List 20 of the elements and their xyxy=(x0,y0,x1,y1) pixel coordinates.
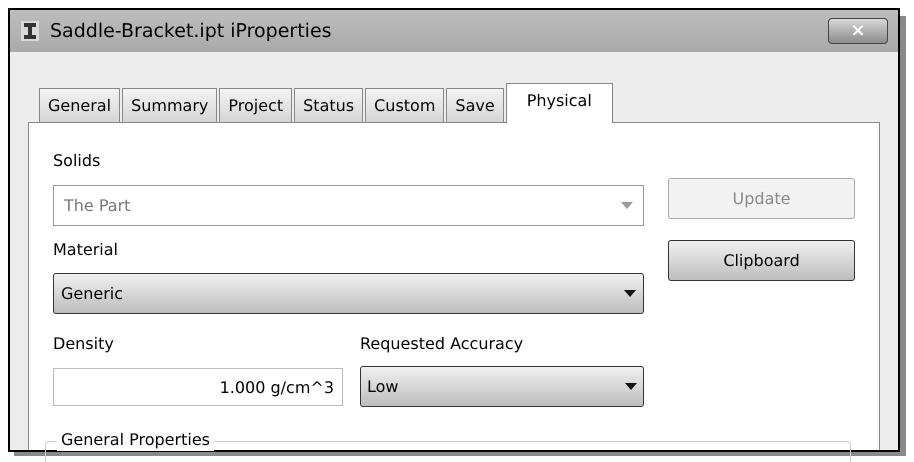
tab[interactable]: General xyxy=(39,88,120,122)
app-icon xyxy=(20,20,40,42)
material-dropdown[interactable]: Generic xyxy=(53,273,644,314)
tab[interactable]: Summary xyxy=(122,88,218,122)
accuracy-dropdown[interactable]: Low xyxy=(360,366,644,407)
field-label: Density xyxy=(53,334,115,354)
tab[interactable]: Save xyxy=(446,88,504,122)
field-label: Material xyxy=(53,240,119,260)
tab[interactable]: Status xyxy=(294,88,364,122)
tab[interactable]: Project xyxy=(219,88,292,122)
field-label: Requested Accuracy xyxy=(360,334,524,354)
dropdown-arrow-icon xyxy=(621,202,634,209)
dropdown-arrow-icon xyxy=(624,290,636,297)
window-title: Saddle-Bracket.ipt iProperties xyxy=(50,18,332,44)
clipboard-button[interactable]: Clipboard xyxy=(668,240,855,281)
tab[interactable]: Physical xyxy=(506,83,613,123)
dropdown-arrow-icon xyxy=(625,383,638,390)
density-field[interactable]: 1.000 g/cm^3 xyxy=(53,368,343,406)
tab[interactable]: Custom xyxy=(365,88,444,122)
field-label: Solids xyxy=(53,151,102,171)
